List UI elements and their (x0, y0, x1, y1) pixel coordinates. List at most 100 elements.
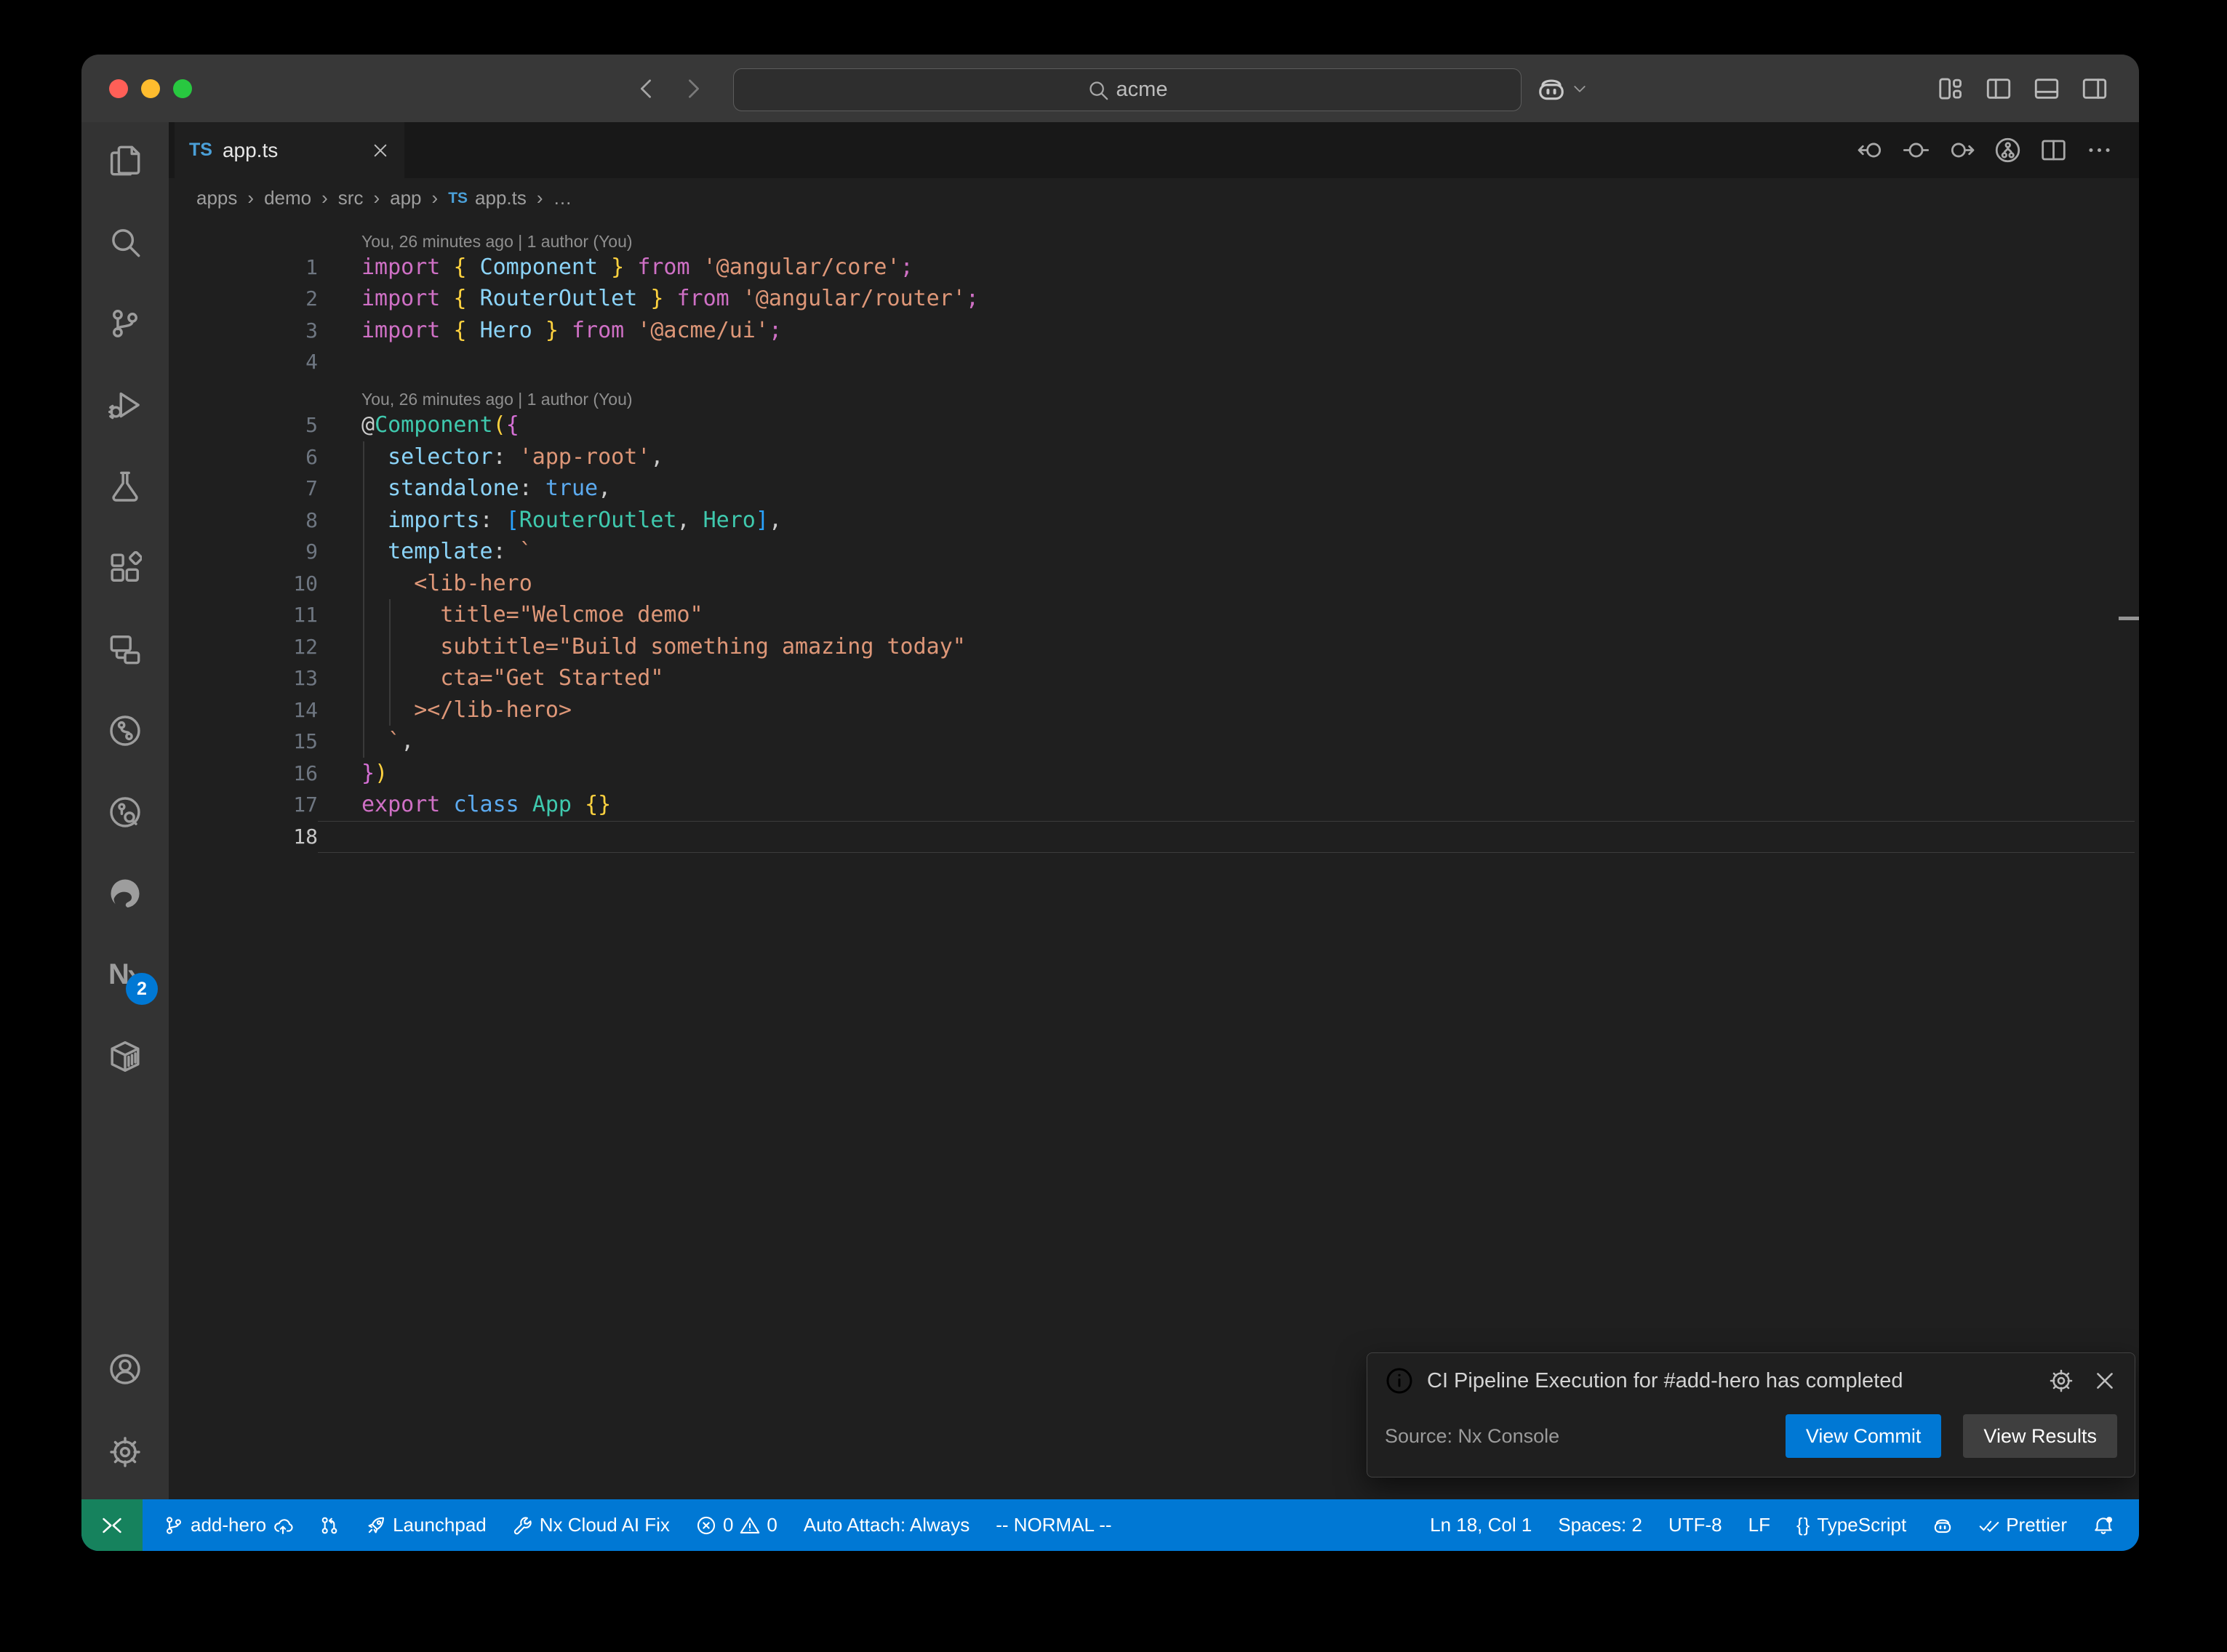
activity-item-gitlens[interactable] (98, 704, 152, 758)
search-icon (108, 225, 142, 259)
history-back-button[interactable] (633, 76, 659, 102)
navigate-back-button[interactable] (1857, 137, 1884, 164)
activity-item-explorer[interactable] (98, 134, 152, 188)
code-line-1[interactable]: 1import { Component } from '@angular/cor… (169, 252, 2139, 284)
breadcrumb-label: app.ts (475, 187, 527, 209)
status-bar: add-hero LaunchpadNx Cloud AI Fix00Auto A… (81, 1499, 2139, 1551)
code-line-18[interactable]: 18 (169, 821, 2139, 853)
breadcrumb-label: src (338, 187, 364, 209)
activity-item-extensions[interactable] (98, 541, 152, 595)
code-line-3[interactable]: 3import { Hero } from '@acme/ui'; (169, 315, 2139, 347)
tab-strip: TS app.ts (169, 122, 2139, 178)
remote-explorer-icon (108, 633, 142, 666)
activity-item-edge-tools[interactable] (98, 867, 152, 921)
checks-icon (1979, 1515, 1999, 1536)
layout-controls (1937, 55, 2108, 122)
navigate-forward-button[interactable] (1948, 137, 1975, 164)
code-editor[interactable]: You, 26 minutes ago | 1 author (You)1imp… (169, 218, 2139, 1499)
breadcrumb-item-apps[interactable]: apps (196, 187, 237, 209)
status-problems[interactable]: 00 (687, 1499, 787, 1551)
code-line-14[interactable]: 14 ></lib-hero> (169, 694, 2139, 726)
view-results-button[interactable]: View Results (1963, 1414, 2117, 1458)
activity-item-run-debug[interactable] (98, 378, 152, 432)
code-line-2[interactable]: 2import { RouterOutlet } from '@angular/… (169, 283, 2139, 315)
activity-item-testing[interactable] (98, 460, 152, 513)
codelens-blame[interactable]: You, 26 minutes ago | 1 author (You) (361, 390, 633, 409)
line-number: 6 (169, 445, 318, 469)
status-launchpad[interactable]: Launchpad (356, 1499, 496, 1551)
copilot-menu[interactable] (1536, 70, 1588, 108)
breadcrumb-item-src[interactable]: src (338, 187, 364, 209)
codelens-blame[interactable]: You, 26 minutes ago | 1 author (You) (361, 232, 633, 252)
activity-item-search[interactable] (98, 215, 152, 269)
gitlens-graph-button[interactable] (1994, 137, 2021, 164)
status-label: 0 (723, 1514, 733, 1536)
code-line-6[interactable]: 6 selector: 'app-root', (169, 441, 2139, 473)
status-notifications-bell[interactable] (2084, 1499, 2123, 1551)
notification-close-icon[interactable] (2092, 1368, 2117, 1393)
breadcrumb-item-app[interactable]: app (390, 187, 421, 209)
code-line-16[interactable]: 16}) (169, 758, 2139, 790)
code-line-text: import { Component } from '@angular/core… (318, 254, 913, 280)
status-formatter[interactable]: Prettier (1970, 1499, 2076, 1551)
status-vim-mode[interactable]: -- NORMAL -- (986, 1499, 1121, 1551)
line-number: 11 (169, 603, 318, 627)
close-icon[interactable] (371, 141, 390, 160)
macos-zoom-button[interactable] (173, 79, 192, 98)
activity-item-remote-explorer[interactable] (98, 622, 152, 676)
status-copilot-status[interactable] (1923, 1499, 1962, 1551)
compare-icon (319, 1515, 340, 1536)
activity-item-nx-console[interactable]: N›2 (98, 948, 152, 1002)
code-line-17[interactable]: 17export class App {} (169, 789, 2139, 821)
remote-indicator[interactable] (81, 1499, 143, 1551)
remote-icon (100, 1513, 124, 1538)
breadcrumb-item-more[interactable]: … (553, 187, 572, 209)
history-forward-button[interactable] (681, 76, 707, 102)
macos-minimize-button[interactable] (141, 79, 160, 98)
navigate-current-button[interactable] (1903, 137, 1930, 164)
status-label: LF (1748, 1514, 1770, 1536)
activity-item-gitlens-inspect[interactable] (98, 785, 152, 839)
status-encoding[interactable]: UTF-8 (1659, 1499, 1732, 1551)
code-line-9[interactable]: 9 template: ` (169, 536, 2139, 568)
breadcrumb-item-demo[interactable]: demo (264, 187, 311, 209)
toggle-primary-sidebar-button[interactable] (1985, 75, 2012, 103)
activity-item-containers[interactable] (98, 1030, 152, 1083)
toggle-panel-button[interactable] (2033, 75, 2060, 103)
breadcrumb-label: … (553, 187, 572, 209)
macos-close-button[interactable] (109, 79, 128, 98)
status-indentation[interactable]: Spaces: 2 (1548, 1499, 1652, 1551)
status-auto-attach[interactable]: Auto Attach: Always (794, 1499, 979, 1551)
code-line-4[interactable]: 4 (169, 346, 2139, 378)
code-line-5[interactable]: 5@Component({ (169, 409, 2139, 441)
code-line-12[interactable]: 12 subtitle="Build something amazing tod… (169, 631, 2139, 663)
status-nx-cloud-ai-fix[interactable]: Nx Cloud AI Fix (503, 1499, 679, 1551)
status-eol[interactable]: LF (1739, 1499, 1780, 1551)
split-editor-button[interactable] (2040, 137, 2067, 164)
status-compare-changes[interactable] (310, 1499, 349, 1551)
tab-app-ts[interactable]: TS app.ts (175, 122, 404, 178)
code-line-10[interactable]: 10 <lib-hero (169, 568, 2139, 600)
command-center-search[interactable]: acme (733, 68, 1522, 111)
code-line-11[interactable]: 11 title="Welcmoe demo" (169, 599, 2139, 631)
status-branch-status[interactable]: add-hero (154, 1499, 303, 1551)
line-number: 1 (169, 255, 318, 279)
activity-item-source-control[interactable] (98, 297, 152, 350)
more-actions-button[interactable] (2086, 137, 2113, 164)
code-line-7[interactable]: 7 standalone: true, (169, 473, 2139, 505)
notification-settings-gear-icon[interactable] (2049, 1368, 2074, 1393)
breadcrumb-item-appts[interactable]: TSapp.ts (448, 187, 527, 209)
copilot-icon (1932, 1515, 1953, 1536)
status-language-mode[interactable]: {}TypeScript (1787, 1499, 1916, 1551)
activity-item-accounts[interactable] (98, 1342, 152, 1396)
code-line-15[interactable]: 15 `, (169, 726, 2139, 758)
code-line-text: template: ` (318, 539, 532, 564)
toggle-secondary-sidebar-button[interactable] (2081, 75, 2108, 103)
code-line-8[interactable]: 8 imports: [RouterOutlet, Hero], (169, 505, 2139, 537)
breadcrumb: apps›demo›src›app›TSapp.ts›… (169, 178, 2139, 218)
customize-layout-button[interactable] (1937, 75, 1964, 103)
view-commit-button[interactable]: View Commit (1786, 1414, 1942, 1458)
activity-item-settings[interactable] (98, 1425, 152, 1479)
status-cursor-position[interactable]: Ln 18, Col 1 (1420, 1499, 1541, 1551)
code-line-13[interactable]: 13 cta="Get Started" (169, 662, 2139, 694)
